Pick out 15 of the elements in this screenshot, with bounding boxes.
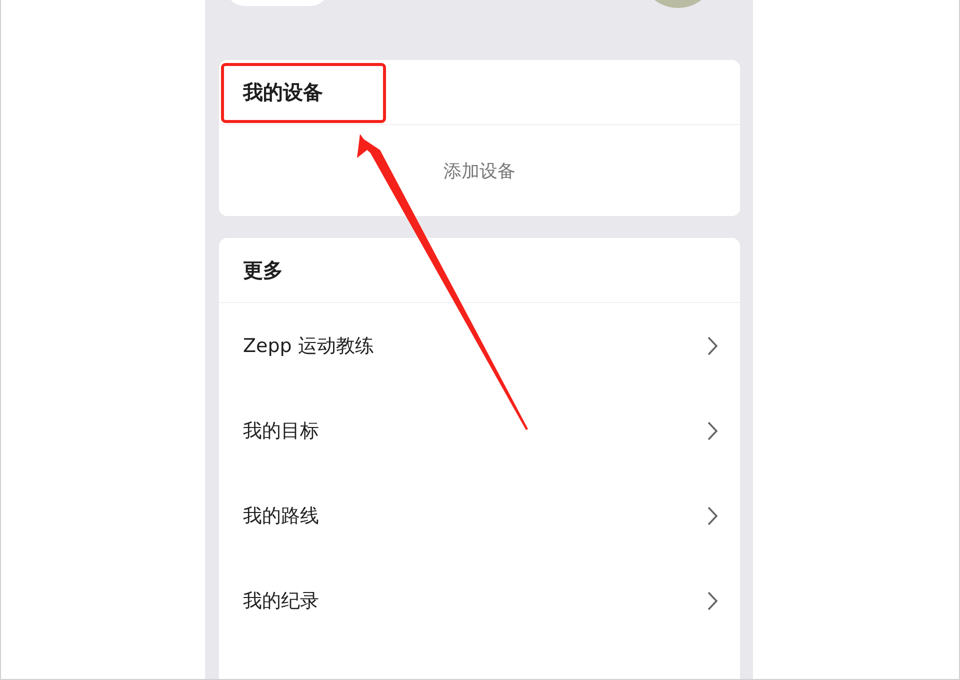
menu-row[interactable]: Zepp 运动教练 — [219, 303, 740, 388]
menu-row-label: Zepp 运动教练 — [243, 334, 374, 358]
menu-row[interactable]: 我的目标 — [219, 388, 740, 473]
menu-row[interactable]: 我的路线 — [219, 473, 740, 558]
chevron-right-icon — [707, 336, 718, 356]
chevron-right-icon — [707, 506, 718, 526]
section-title: 更多 — [243, 256, 283, 284]
chevron-right-icon — [707, 420, 718, 440]
add-device-button[interactable]: 添加设备 — [219, 125, 740, 216]
section-title: 我的设备 — [243, 78, 323, 106]
menu-row[interactable]: 我的纪录 — [219, 558, 740, 643]
menu-row-label: 我的纪录 — [243, 588, 319, 614]
chevron-right-icon — [707, 590, 718, 610]
menu-row-label: 我的目标 — [243, 418, 319, 444]
menu-row-label: 我的路线 — [243, 504, 319, 528]
